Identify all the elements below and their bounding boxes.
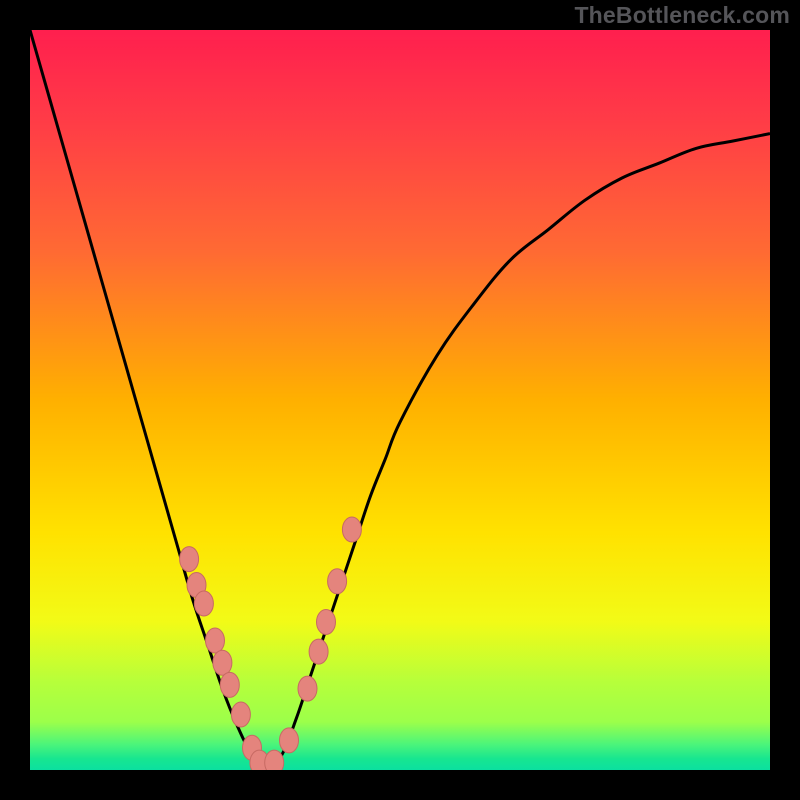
- gradient-background: [30, 30, 770, 770]
- curve-marker: [309, 639, 328, 664]
- curve-marker: [231, 702, 250, 727]
- curve-marker: [328, 569, 347, 594]
- curve-marker: [317, 610, 336, 635]
- curve-marker: [342, 517, 361, 542]
- curve-marker: [220, 672, 239, 697]
- curve-marker: [180, 547, 199, 572]
- curve-marker: [298, 676, 317, 701]
- watermark-text: TheBottleneck.com: [574, 2, 790, 29]
- chart-frame: TheBottleneck.com: [0, 0, 800, 800]
- curve-marker: [206, 628, 225, 653]
- bottleneck-chart: [0, 0, 800, 800]
- curve-marker: [213, 650, 232, 675]
- curve-marker: [194, 591, 213, 616]
- curve-marker: [280, 728, 299, 753]
- curve-marker: [265, 750, 284, 775]
